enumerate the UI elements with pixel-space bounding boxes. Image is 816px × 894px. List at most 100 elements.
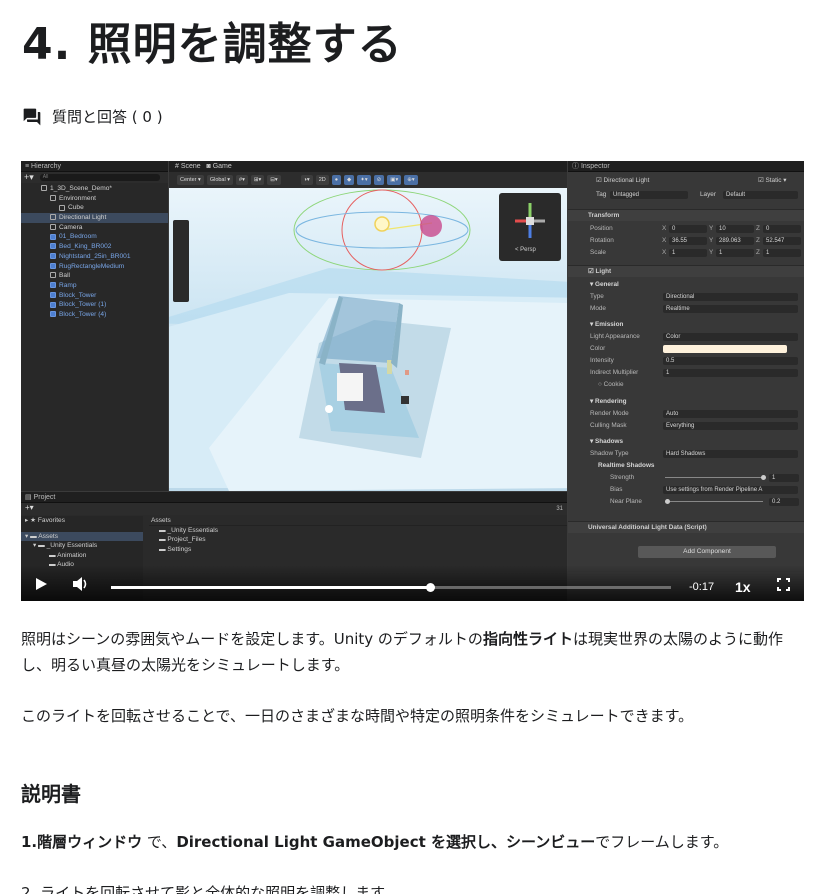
light-row: ▾ Emission xyxy=(568,319,804,330)
light-row: Type Directional xyxy=(568,291,804,302)
hierarchy-item-label: Cube xyxy=(68,204,84,212)
light-field-label: Render Mode xyxy=(590,410,629,417)
scene-tab: Scene xyxy=(180,163,201,170)
hierarchy-item-label: Nightstand_25in_BR001 xyxy=(59,252,131,260)
asset-count: 31 xyxy=(556,506,563,512)
light-row: ▾ Rendering xyxy=(568,396,804,407)
light-field-value: Hard Shadows xyxy=(663,449,798,458)
time-remaining: -0:17 xyxy=(689,581,715,593)
assets-breadcrumb: Assets xyxy=(149,516,567,526)
axis-label: Y xyxy=(709,225,714,232)
light-row: Culling Mask Everything xyxy=(568,420,804,431)
unity-essentials-item: ▾ ▬ _Unity Essentials xyxy=(33,542,98,549)
rotate-paragraph: このライトを回転させることで、一日のさまざまな時間や特定の照明条件をシミュレート… xyxy=(21,707,694,725)
light-row: ○ Cookie xyxy=(568,379,804,390)
axis-label: Y xyxy=(709,249,714,256)
slider-track xyxy=(665,477,763,478)
game-tab: Game xyxy=(212,163,232,170)
light-field-value: Everything xyxy=(663,421,798,430)
transform-value: 1 xyxy=(716,248,754,257)
step-1: 1.階層ウィンドウ で、Directional Light GameObject… xyxy=(21,833,729,851)
persp-label: < Persp xyxy=(515,247,536,253)
light-field-value: Auto xyxy=(663,409,798,418)
light-row: Color xyxy=(568,343,804,354)
seek-bar[interactable] xyxy=(111,583,671,592)
hierarchy-item-label: Ramp xyxy=(59,281,77,289)
video-controls: -0:17 1x xyxy=(21,565,804,601)
page-title: 4. 照明を調整する xyxy=(22,19,403,70)
hierarchy-item: Ball xyxy=(21,271,168,281)
volume-icon[interactable] xyxy=(72,576,89,592)
instructions-heading: 説明書 xyxy=(21,782,81,806)
fullscreen-icon[interactable] xyxy=(777,578,790,591)
seek-handle[interactable] xyxy=(425,583,435,592)
project-tab: ▤ Project xyxy=(21,492,567,503)
light-section-label: Realtime Shadows xyxy=(598,462,655,469)
object-name-field: Directional Light xyxy=(603,177,650,184)
prefab-icon xyxy=(50,262,56,269)
light-row: ▾ General xyxy=(568,279,804,290)
gizmos-button: ⊕▾ xyxy=(404,175,418,185)
play-icon[interactable] xyxy=(34,577,48,591)
effects-toggle: ✦▾ xyxy=(357,175,371,185)
hierarchy-item-label: Block_Tower (1) xyxy=(59,301,107,309)
static-toggle: ☑ Static ▾ xyxy=(758,177,787,184)
transform-value: 36.55 xyxy=(669,236,707,245)
light-row: Shadow Type Hard Shadows xyxy=(568,448,804,459)
favorites-item: ▸ ★ Favorites xyxy=(25,517,66,524)
transform-value: 289.063 xyxy=(716,236,754,245)
transform-row: Rotation X 36.55 Y 289.063 Z 52.547 xyxy=(568,235,804,246)
prefab-icon xyxy=(50,253,56,260)
playback-speed-button[interactable]: 1x xyxy=(735,579,751,595)
lighting-toggle: ● xyxy=(331,175,342,185)
intro-paragraph: 照明はシーンの雰囲気やムードを設定します。Unity のデフォルトの指向性ライト… xyxy=(21,630,783,674)
video-player[interactable]: ≡ Hierarchy +▾ All 1_3D_Scene_Demo* Envir… xyxy=(21,161,804,601)
transform-row: Position X 0 Y 10 Z 0 xyxy=(568,223,804,234)
hierarchy-item-label: Bed_King_BR002 xyxy=(59,243,112,251)
seek-progress xyxy=(111,586,431,589)
hierarchy-item: Environment xyxy=(21,194,168,204)
project-toolbar: +▾ 31 xyxy=(21,503,567,515)
prefab-icon xyxy=(50,311,56,318)
qa-link[interactable]: 質問と回答 ( 0 ) xyxy=(22,106,163,127)
hierarchy-item: Camera xyxy=(21,223,168,233)
light-row: Realtime Shadows xyxy=(568,460,804,471)
light-field-label: Indirect Multiplier xyxy=(590,369,639,376)
layer-label: Layer xyxy=(700,191,716,198)
light-section-label: ▾ Rendering xyxy=(590,398,627,405)
hierarchy-tree: 1_3D_Scene_Demo* Environment Cube Direction… xyxy=(21,183,168,320)
scene-tabs: # Scene ◙ Game xyxy=(169,161,567,172)
gameobject-icon xyxy=(50,272,56,279)
project-folder: ▬ Project_Files xyxy=(159,536,206,543)
uald-header: Universal Additional Light Data (Script) xyxy=(568,521,804,533)
light-field-value: Realtime xyxy=(663,304,798,313)
scene-viewport: < Persp xyxy=(129,188,589,491)
gameobject-icon xyxy=(41,185,47,192)
light-field-label: Near Plane xyxy=(610,498,642,505)
hierarchy-tab: ≡ Hierarchy xyxy=(21,161,168,172)
light-row: Intensity 0.5 xyxy=(568,355,804,366)
tag-dropdown: Untagged xyxy=(610,191,688,199)
light-field-label: Color xyxy=(590,345,606,352)
light-field-value: 1 xyxy=(663,368,798,377)
hierarchy-toolbar: +▾ All xyxy=(21,172,168,183)
transform-label: Position xyxy=(590,225,613,232)
camera-button: ▣▾ xyxy=(387,175,402,185)
gameobject-icon xyxy=(59,204,65,211)
snap-button: ⊞▾ xyxy=(250,175,265,185)
light-field-label: Strength xyxy=(610,474,635,481)
hierarchy-item: 01_Bedroom xyxy=(21,232,168,242)
hierarchy-item-label: Camera xyxy=(59,223,83,231)
hierarchy-item: Directional Light xyxy=(21,213,168,223)
transform-row: Scale X 1 Y 1 Z 1 xyxy=(568,247,804,258)
prefab-icon xyxy=(50,233,56,240)
axis-label: Y xyxy=(709,237,714,244)
light-section-label: ○ Cookie xyxy=(598,381,624,388)
slider-handle xyxy=(761,475,766,480)
pivot-dropdown: Center ▾ xyxy=(177,175,204,185)
transform-value: 1 xyxy=(763,248,801,257)
axis-label: X xyxy=(662,225,667,232)
hierarchy-item: Bed_King_BR002 xyxy=(21,242,168,252)
hierarchy-item: Block_Tower xyxy=(21,291,168,301)
object-header: ☑ Directional Light ☑ Static ▾ xyxy=(568,175,804,187)
